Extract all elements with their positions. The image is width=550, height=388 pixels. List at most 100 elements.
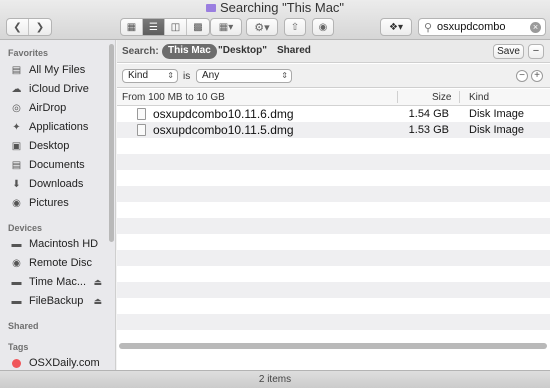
dropbox-icon: ❖▾	[389, 21, 403, 33]
tag-color-dot-icon	[10, 357, 23, 370]
time-machine-icon: ▬	[11, 276, 22, 288]
sidebar-item-desktop[interactable]: ▣ Desktop	[10, 138, 110, 154]
tag-icon: ◉	[318, 21, 328, 33]
list-icon: ☰	[149, 21, 158, 33]
table-row[interactable]: osxupdcombo10.11.5.dmg 1.53 GB Disk Imag…	[117, 122, 550, 138]
search-criteria-row: Kind ⇕ is Any ⇕ − +	[117, 64, 550, 88]
sidebar-item-pictures[interactable]: ◉ Pictures	[10, 195, 110, 211]
empty-row	[117, 234, 550, 250]
sidebar: Favorites ▤ All My Files ☁ iCloud Drive …	[0, 40, 116, 370]
eject-icon[interactable]: ⏏	[93, 277, 102, 288]
sidebar-item-filebackup[interactable]: ▬ FileBackup ⏏	[10, 293, 110, 309]
sidebar-item-label: iCloud Drive	[29, 83, 89, 95]
sidebar-item-remote-disc[interactable]: ◉ Remote Disc	[10, 255, 110, 271]
sidebar-item-label: All My Files	[29, 64, 86, 76]
file-kind: Disk Image	[469, 124, 525, 136]
column-divider	[397, 91, 398, 103]
sidebar-item-label: Desktop	[29, 140, 70, 152]
smart-folder-icon	[205, 4, 216, 12]
sidebar-item-downloads[interactable]: ⬇ Downloads	[10, 176, 110, 192]
sidebar-item-airdrop[interactable]: ◎ AirDrop	[10, 100, 110, 116]
horizontal-scrollbar[interactable]	[119, 343, 547, 349]
icon-view-button[interactable]: ▦	[121, 19, 143, 35]
share-icon: ⇧	[290, 21, 300, 33]
airdrop-icon: ◎	[12, 102, 21, 114]
search-input[interactable]: osxupdcombo	[437, 21, 506, 33]
action-button[interactable]: ⚙▾	[246, 18, 278, 36]
criteria-operator-label: is	[183, 71, 191, 82]
save-search-button[interactable]: Save	[493, 44, 524, 59]
sidebar-item-label: AirDrop	[29, 102, 67, 114]
scope-this-mac-button[interactable]: This Mac	[162, 44, 217, 59]
add-criteria-button[interactable]: +	[531, 70, 543, 82]
sidebar-item-label: Applications	[29, 121, 89, 133]
documents-icon: ▤	[11, 159, 22, 171]
list-view-button[interactable]: ☰	[143, 19, 165, 35]
updown-arrows-icon: ⇕	[167, 71, 174, 80]
empty-row	[117, 202, 550, 218]
column-kind-header[interactable]: Kind	[469, 92, 489, 103]
column-group-header[interactable]: From 100 MB to 10 GB	[122, 92, 225, 103]
drive-icon: ▬	[11, 295, 22, 307]
arrange-button[interactable]: ▦▾	[210, 18, 242, 36]
empty-row	[117, 138, 550, 154]
results-pane: Search: This Mac "Desktop" Shared Save −…	[117, 40, 550, 370]
table-row[interactable]: osxupdcombo10.11.6.dmg 1.54 GB Disk Imag…	[117, 106, 550, 122]
window-title: Searching "This Mac"	[0, 1, 550, 15]
sidebar-scrollbar[interactable]	[109, 44, 114, 242]
column-view-button[interactable]: ◫	[165, 19, 187, 35]
empty-row	[117, 266, 550, 282]
remove-criteria-button[interactable]: −	[516, 70, 528, 82]
back-button[interactable]: ❮	[7, 19, 29, 35]
clear-search-icon[interactable]: ×	[530, 22, 541, 33]
scope-label: Search:	[122, 46, 159, 57]
forward-button[interactable]: ❯	[29, 19, 51, 35]
applications-icon: ✦	[12, 121, 21, 133]
criteria-value-select[interactable]: Any ⇕	[196, 69, 292, 83]
file-size: 1.53 GB	[408, 124, 449, 136]
sidebar-item-all-my-files[interactable]: ▤ All My Files	[10, 62, 110, 78]
sidebar-item-icloud-drive[interactable]: ☁ iCloud Drive	[10, 81, 110, 97]
sidebar-item-time-machine[interactable]: ▬ Time Mac... ⏏	[10, 274, 110, 290]
file-name: osxupdcombo10.11.6.dmg	[153, 107, 294, 121]
criteria-attribute-value: Kind	[128, 70, 149, 81]
sidebar-section-devices: Devices	[8, 223, 43, 233]
criteria-attribute-select[interactable]: Kind ⇕	[122, 69, 178, 83]
remove-search-button[interactable]: −	[528, 44, 544, 59]
updown-arrows-icon: ⇕	[281, 71, 288, 80]
sidebar-item-documents[interactable]: ▤ Documents	[10, 157, 110, 173]
item-count: 2 items	[258, 374, 292, 385]
scope-desktop-button[interactable]: "Desktop"	[212, 44, 273, 59]
chevron-right-icon: ❯	[35, 21, 45, 33]
column-divider	[459, 91, 460, 103]
dropbox-button[interactable]: ❖▾	[380, 18, 412, 36]
gear-icon: ⚙▾	[254, 21, 270, 34]
arrange-icon: ▦▾	[218, 21, 234, 33]
downloads-icon: ⬇	[12, 178, 21, 190]
scope-shared-button[interactable]: Shared	[271, 44, 317, 59]
file-name: osxupdcombo10.11.5.dmg	[153, 123, 294, 137]
empty-row	[117, 298, 550, 314]
empty-row	[117, 154, 550, 170]
sidebar-item-label: FileBackup	[29, 295, 84, 307]
tag-button[interactable]: ◉	[312, 18, 334, 36]
results-list: osxupdcombo10.11.6.dmg 1.54 GB Disk Imag…	[117, 106, 550, 338]
column-size-header[interactable]: Size	[432, 92, 451, 103]
share-button[interactable]: ⇧	[284, 18, 306, 36]
sidebar-item-tag-osxdaily[interactable]: OSXDaily.com	[10, 355, 110, 371]
empty-row	[117, 250, 550, 266]
hard-drive-icon: ▬	[11, 238, 22, 250]
sidebar-item-macintosh-hd[interactable]: ▬ Macintosh HD	[10, 236, 110, 252]
pictures-icon: ◉	[12, 197, 21, 209]
file-size: 1.54 GB	[408, 108, 449, 120]
cover-flow-button[interactable]: ▩	[187, 19, 209, 35]
finder-window: Searching "This Mac" ❮ ❯ ▦ ☰ ◫ ▩ ▦▾ ⚙▾ ⇧…	[0, 0, 550, 388]
sidebar-section-shared: Shared	[8, 321, 39, 331]
sidebar-item-applications[interactable]: ✦ Applications	[10, 119, 110, 135]
eject-icon[interactable]: ⏏	[93, 296, 102, 307]
window-title-text: Searching "This Mac"	[219, 0, 345, 15]
search-field[interactable]: ⚲ osxupdcombo ×	[418, 18, 546, 36]
sidebar-item-label: Pictures	[29, 197, 69, 209]
sidebar-item-label: Time Mac...	[29, 276, 87, 288]
sidebar-item-label: Documents	[29, 159, 85, 171]
